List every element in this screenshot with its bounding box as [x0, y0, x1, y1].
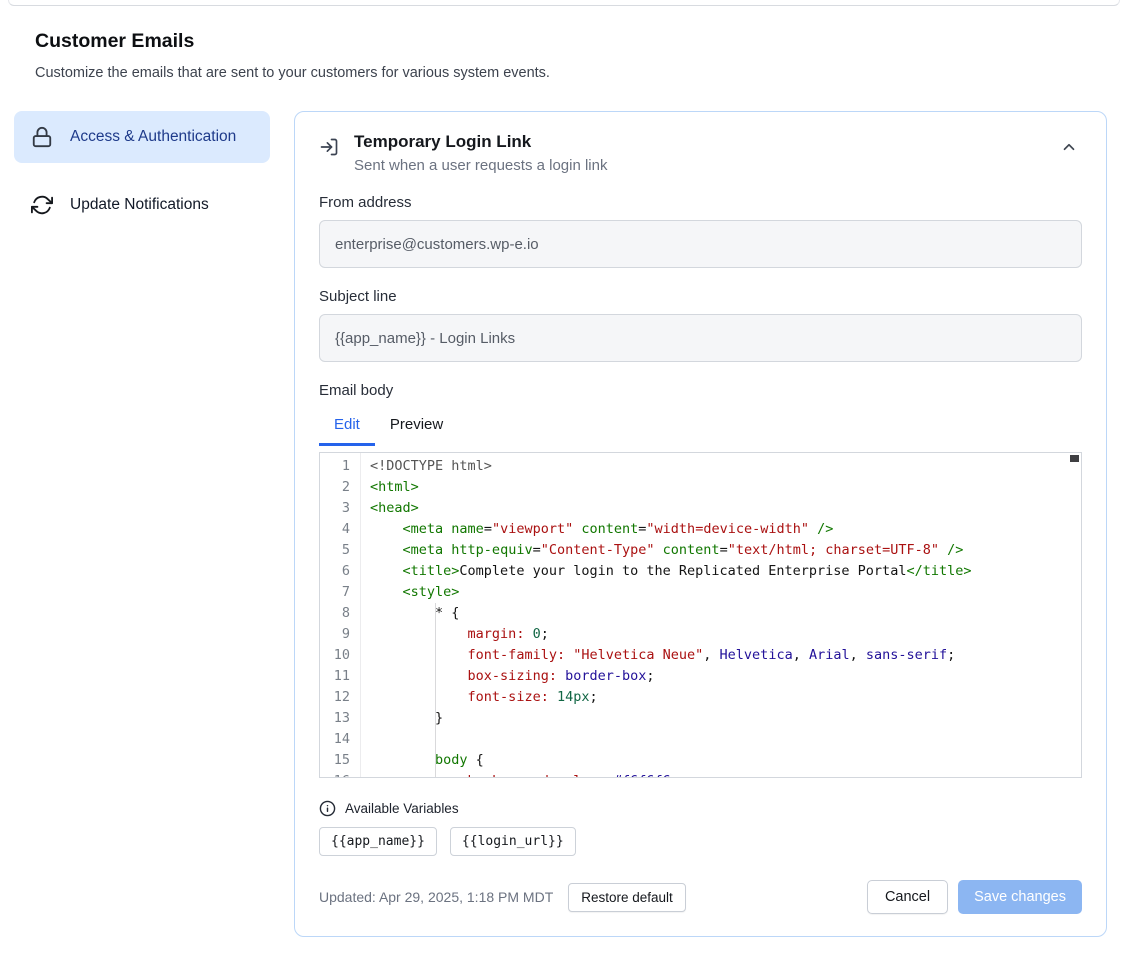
- card-header: Temporary Login Link Sent when a user re…: [319, 132, 1082, 174]
- indent-guide: [435, 603, 436, 777]
- line-number: 3: [320, 498, 360, 519]
- line-number: 16: [320, 771, 360, 778]
- line-number: 14: [320, 729, 360, 750]
- card-header-text: Temporary Login Link Sent when a user re…: [354, 132, 607, 174]
- save-changes-button[interactable]: Save changes: [958, 880, 1082, 914]
- available-variables-label: Available Variables: [345, 801, 459, 816]
- card-subtitle: Sent when a user requests a login link: [354, 157, 607, 174]
- tab-preview[interactable]: Preview: [375, 409, 458, 446]
- restore-default-button[interactable]: Restore default: [568, 883, 686, 912]
- footer-actions: Cancel Save changes: [867, 880, 1082, 914]
- variable-chips: {{app_name}} {{login_url}}: [319, 827, 1082, 856]
- code-editor[interactable]: 1<!DOCTYPE html>2<html>3<head>4 <meta na…: [319, 452, 1082, 778]
- line-number: 10: [320, 645, 360, 666]
- line-number: 12: [320, 687, 360, 708]
- code-line[interactable]: 5 <meta http-equiv="Content-Type" conten…: [320, 540, 1081, 561]
- refresh-icon: [31, 194, 53, 216]
- code-line[interactable]: 7 <style>: [320, 582, 1081, 603]
- line-number: 2: [320, 477, 360, 498]
- subject-line-input[interactable]: [319, 314, 1082, 362]
- email-types-sidebar: Access & Authentication Update Notificat…: [14, 111, 270, 231]
- line-number: 15: [320, 750, 360, 771]
- sidebar-item-update-notifications[interactable]: Update Notifications: [14, 179, 270, 231]
- card-title: Temporary Login Link: [354, 132, 607, 152]
- line-number: 6: [320, 561, 360, 582]
- line-number: 13: [320, 708, 360, 729]
- top-card-edge: [8, 0, 1120, 6]
- line-number: 11: [320, 666, 360, 687]
- login-arrow-icon: [319, 137, 339, 157]
- page-title: Customer Emails: [35, 30, 1093, 53]
- tab-edit[interactable]: Edit: [319, 409, 375, 446]
- line-number: 1: [320, 456, 360, 477]
- updated-timestamp: Updated: Apr 29, 2025, 1:18 PM MDT: [319, 889, 553, 905]
- line-number: 8: [320, 603, 360, 624]
- chevron-up-icon: [1060, 144, 1078, 159]
- line-number: 4: [320, 519, 360, 540]
- code-line[interactable]: 2<html>: [320, 477, 1081, 498]
- email-body-label: Email body: [319, 382, 1082, 399]
- page-subtitle: Customize the emails that are sent to yo…: [35, 65, 1093, 81]
- code-line[interactable]: 4 <meta name="viewport" content="width=d…: [320, 519, 1081, 540]
- code-line[interactable]: 6 <title>Complete your login to the Repl…: [320, 561, 1081, 582]
- cancel-button[interactable]: Cancel: [867, 880, 948, 914]
- available-variables-row: Available Variables: [319, 800, 1082, 817]
- from-address-label: From address: [319, 194, 1082, 211]
- line-number: 9: [320, 624, 360, 645]
- main-content: Access & Authentication Update Notificat…: [14, 111, 1107, 937]
- info-icon[interactable]: [319, 800, 336, 817]
- variable-chip-login-url[interactable]: {{login_url}}: [450, 827, 576, 856]
- code-line[interactable]: 3<head>: [320, 498, 1081, 519]
- variable-chip-app-name[interactable]: {{app_name}}: [319, 827, 437, 856]
- line-number: 7: [320, 582, 360, 603]
- card-footer: Updated: Apr 29, 2025, 1:18 PM MDT Resto…: [319, 880, 1082, 914]
- subject-line-label: Subject line: [319, 288, 1082, 305]
- sidebar-item-label: Access & Authentication: [70, 125, 236, 149]
- temporary-login-link-card: Temporary Login Link Sent when a user re…: [294, 111, 1107, 937]
- page-header: Customer Emails Customize the emails tha…: [35, 30, 1093, 81]
- code-line[interactable]: 1<!DOCTYPE html>: [320, 456, 1081, 477]
- editor-scrollbar[interactable]: [1070, 455, 1079, 462]
- lock-icon: [31, 126, 53, 148]
- sidebar-item-access-authentication[interactable]: Access & Authentication: [14, 111, 270, 163]
- sidebar-item-label: Update Notifications: [70, 193, 209, 217]
- from-address-input[interactable]: [319, 220, 1082, 268]
- editor-tabs: Edit Preview: [319, 409, 1082, 446]
- collapse-button[interactable]: [1056, 134, 1082, 163]
- line-number: 5: [320, 540, 360, 561]
